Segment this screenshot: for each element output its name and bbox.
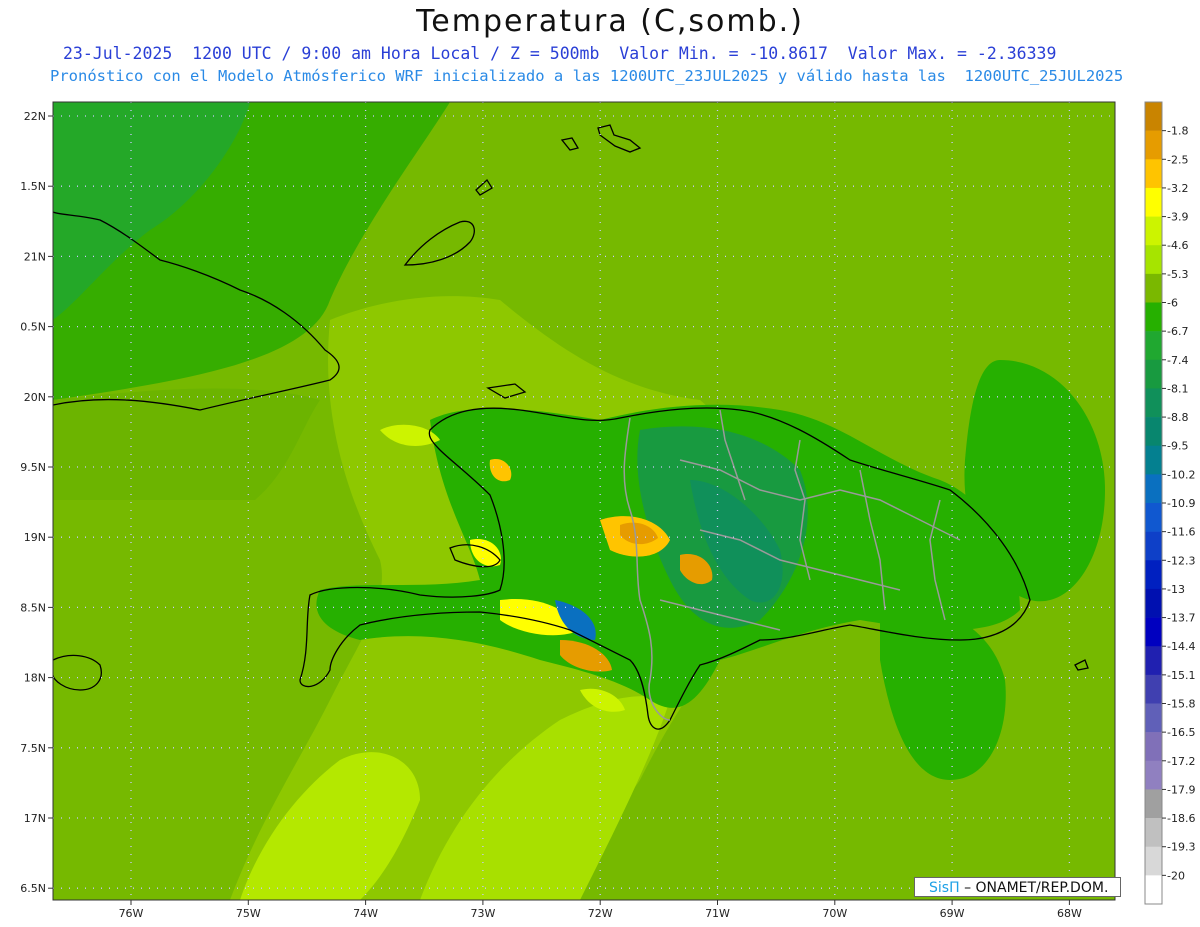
lon-label: 68W [1057,907,1082,920]
colorbar-label: -3.2 [1167,182,1188,195]
colorbar-swatch [1145,875,1162,905]
colorbar-label: -17.2 [1167,755,1195,768]
lat-label: 18N [24,672,46,685]
colorbar-swatch [1145,388,1162,418]
colorbar-swatch [1145,732,1162,762]
colorbar-label: -8.1 [1167,382,1188,395]
lon-label: 75W [236,907,261,920]
lon-label: 70W [822,907,847,920]
colorbar-swatch [1145,216,1162,246]
lon-label: 76W [119,907,144,920]
colorbar-label: -12.3 [1167,554,1195,567]
colorbar-swatch [1145,674,1162,704]
colorbar-swatch [1145,159,1162,189]
lon-label: 74W [353,907,378,920]
colorbar-label: -16.5 [1167,726,1195,739]
colorbar-swatch [1145,531,1162,561]
colorbar-swatch [1145,445,1162,475]
colorbar-label: -4.6 [1167,239,1188,252]
colorbar-label: -15.8 [1167,698,1195,711]
lon-label: 71W [705,907,730,920]
lat-label: 21N [24,250,46,263]
colorbar-swatch [1145,703,1162,733]
credit-text: – ONAMET/REP.DOM. [964,880,1109,896]
lat-label: 19N [24,531,46,544]
colorbar-label: -9.5 [1167,440,1188,453]
colorbar-label: -20 [1167,869,1185,882]
colorbar-label: -8.8 [1167,411,1188,424]
lat-label: 7.5N [20,742,46,755]
credit-box: SisΠ – ONAMET/REP.DOM. [914,877,1121,897]
credit-brand: SisΠ [929,880,960,896]
colorbar-swatch [1145,588,1162,618]
colorbar-swatch [1145,102,1162,131]
colorbar-label: -18.6 [1167,812,1195,825]
colorbar-swatch [1145,646,1162,676]
colorbar-label: -15.1 [1167,669,1195,682]
colorbar-label: -19.3 [1167,841,1195,854]
colorbar-label: -3.9 [1167,211,1188,224]
colorbar-swatch [1145,302,1162,332]
colorbar-label: -5.3 [1167,268,1188,281]
colorbar-label: -2.5 [1167,153,1188,166]
longitude-labels: 76W 75W 74W 73W 72W 71W 70W 69W 68W [119,900,1082,920]
colorbar-swatch [1145,503,1162,532]
colorbar-swatch [1145,359,1162,389]
lat-label: 20N [24,391,46,404]
colorbar-label: -11.6 [1167,526,1195,539]
colorbar-swatch [1145,789,1162,819]
colorbar-swatch [1145,273,1162,303]
lon-label: 73W [470,907,495,920]
colorbar-label: -6.7 [1167,325,1188,338]
lon-label: 72W [588,907,613,920]
colorbar-swatch [1145,245,1162,275]
latitude-labels: 22N 1.5N 21N 0.5N 20N 9.5N 19N 8.5N 18N 7.5N 17N 6.… [20,110,53,895]
lon-label: 69W [940,907,965,920]
colorbar-swatch [1145,760,1162,790]
colorbar-swatch [1145,130,1162,160]
colorbar-swatch [1145,560,1162,590]
colorbar-swatch [1145,846,1162,876]
colorbar-swatch [1145,331,1162,361]
colorbar-label: -10.9 [1167,497,1195,510]
colorbar-label: -13 [1167,583,1185,596]
colorbar-label: -17.9 [1167,783,1195,796]
colorbar-swatch [1145,187,1162,217]
colorbar: -1.8 -2.5 -3.2 -3.9 -4.6 -5.3 -6 -6.7 -7.4 -8.1 -8… [1144,101,1195,905]
colorbar-swatch [1145,617,1162,647]
colorbar-label: -6 [1167,297,1178,310]
colorbar-label: -13.7 [1167,612,1195,625]
colorbar-label: -14.4 [1167,640,1195,653]
temperature-map: 22N 1.5N 21N 0.5N 20N 9.5N 19N 8.5N 18N 7.5N 17N 6.… [20,101,1195,920]
colorbar-label: -7.4 [1167,354,1188,367]
lat-label: 6.5N [20,882,46,895]
lat-label: 22N [24,110,46,123]
colorbar-swatch [1145,417,1162,447]
colorbar-swatch [1145,818,1162,848]
lat-label: 0.5N [20,321,46,334]
colorbar-swatch [1145,474,1162,504]
colorbar-label: -1.8 [1167,125,1188,138]
lat-label: 8.5N [20,601,46,614]
lat-label: 17N [24,812,46,825]
lat-label: 9.5N [20,461,46,474]
colorbar-label: -10.2 [1167,468,1195,481]
lat-label: 1.5N [20,180,46,193]
temperature-field [53,102,1115,900]
